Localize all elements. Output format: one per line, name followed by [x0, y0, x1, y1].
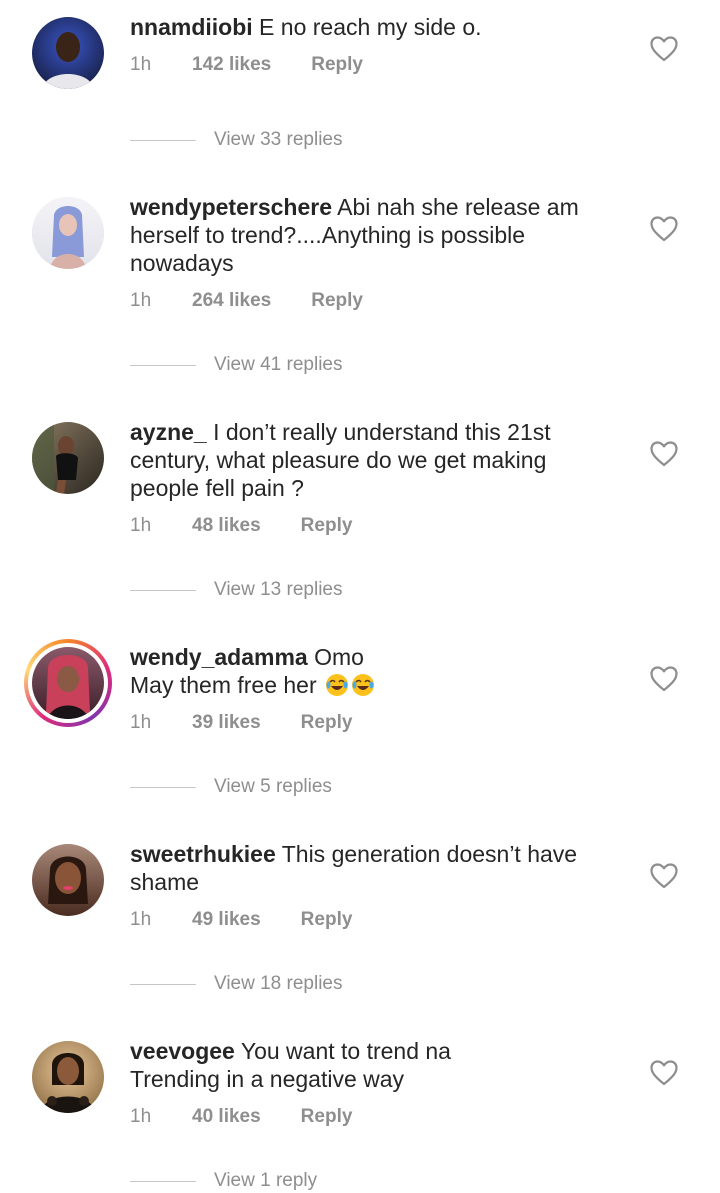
comment-username[interactable]: sweetrhukiee — [130, 841, 276, 867]
heart-icon[interactable] — [650, 216, 678, 242]
laughing-emoji-icon — [352, 674, 375, 696]
laughing-emoji-icon — [326, 674, 349, 696]
comment-text: wendy_adamma Omo May them free her — [130, 643, 610, 699]
comment-meta: 1h 142 likes Reply — [130, 54, 363, 76]
comment-likes[interactable]: 49 likes — [192, 909, 261, 931]
comment-username[interactable]: wendy_adamma — [130, 644, 308, 670]
comment-likes[interactable]: 264 likes — [192, 290, 271, 312]
comment-username[interactable]: nnamdiiobi — [130, 14, 253, 40]
view-replies-label: View 18 replies — [214, 973, 343, 994]
comment-username[interactable]: ayzne_ — [130, 419, 207, 445]
replies-divider — [130, 589, 196, 591]
comment-body: E no reach my side o. — [252, 14, 482, 40]
replies-divider — [130, 983, 196, 985]
view-replies-label: View 33 replies — [214, 129, 343, 150]
avatar[interactable] — [32, 197, 104, 269]
avatar-image — [32, 647, 104, 719]
comment-time: 1h — [130, 1106, 152, 1127]
view-replies-button[interactable]: View 18 replies — [130, 973, 343, 995]
comment-username[interactable]: veevogee — [130, 1038, 235, 1064]
heart-icon[interactable] — [650, 863, 678, 889]
avatar[interactable] — [32, 1041, 104, 1113]
avatar-image — [32, 17, 104, 89]
view-replies-button[interactable]: View 5 replies — [130, 776, 332, 798]
comment-text: nnamdiiobi E no reach my side o. — [130, 13, 610, 41]
comment-body: You want to trend na — [234, 1038, 451, 1064]
reply-button[interactable]: Reply — [301, 515, 353, 537]
comment-text: ayzne_ I don’t really understand this 21… — [130, 418, 610, 502]
reply-button[interactable]: Reply — [301, 1106, 353, 1128]
comment-time: 1h — [130, 515, 152, 536]
heart-icon[interactable] — [650, 1060, 678, 1086]
avatar[interactable] — [32, 422, 104, 494]
view-replies-label: View 1 reply — [214, 1170, 318, 1191]
view-replies-label: View 41 replies — [214, 354, 343, 375]
comment-likes[interactable]: 142 likes — [192, 54, 271, 76]
comment-text: wendypeterschere Abi nah she release am … — [130, 193, 610, 277]
view-replies-button[interactable]: View 13 replies — [130, 579, 343, 601]
reply-button[interactable]: Reply — [311, 54, 363, 76]
avatar[interactable] — [24, 639, 112, 727]
avatar-image — [32, 197, 104, 269]
comment-time: 1h — [130, 712, 152, 733]
comment-meta: 1h 48 likes Reply — [130, 515, 352, 537]
replies-divider — [130, 364, 196, 366]
heart-icon[interactable] — [650, 36, 678, 62]
heart-icon[interactable] — [650, 441, 678, 467]
comment-meta: 1h 39 likes Reply — [130, 712, 352, 734]
replies-divider — [130, 1180, 196, 1182]
avatar[interactable] — [32, 17, 104, 89]
replies-divider — [130, 139, 196, 141]
view-replies-button[interactable]: View 33 replies — [130, 129, 343, 151]
comment-time: 1h — [130, 290, 152, 311]
comment-body-line2: Trending in a negative way — [130, 1066, 405, 1092]
comment-meta: 1h 264 likes Reply — [130, 290, 363, 312]
reply-button[interactable]: Reply — [311, 290, 363, 312]
heart-icon[interactable] — [650, 666, 678, 692]
view-replies-button[interactable]: View 1 reply — [130, 1170, 317, 1192]
comment-time: 1h — [130, 54, 152, 75]
reply-button[interactable]: Reply — [301, 909, 353, 931]
view-replies-label: View 13 replies — [214, 579, 343, 600]
view-replies-button[interactable]: View 41 replies — [130, 354, 343, 376]
comment-likes[interactable]: 40 likes — [192, 1106, 261, 1128]
comment-meta: 1h 49 likes Reply — [130, 909, 352, 931]
comment-text: veevogee You want to trend na Trending i… — [130, 1037, 610, 1093]
replies-divider — [130, 786, 196, 788]
reply-button[interactable]: Reply — [301, 712, 353, 734]
comment-text: sweetrhukiee This generation doesn’t hav… — [130, 840, 610, 896]
comment-likes[interactable]: 48 likes — [192, 515, 261, 537]
avatar-image — [32, 844, 104, 916]
avatar-image — [32, 422, 104, 494]
comment-username[interactable]: wendypeterschere — [130, 194, 332, 220]
comment-body-line2: May them free her — [130, 672, 324, 698]
comment-body: Omo — [307, 644, 364, 670]
comment-time: 1h — [130, 909, 152, 930]
view-replies-label: View 5 replies — [214, 776, 332, 797]
comment-likes[interactable]: 39 likes — [192, 712, 261, 734]
avatar-image — [32, 1041, 104, 1113]
comment-meta: 1h 40 likes Reply — [130, 1106, 352, 1128]
avatar[interactable] — [32, 844, 104, 916]
